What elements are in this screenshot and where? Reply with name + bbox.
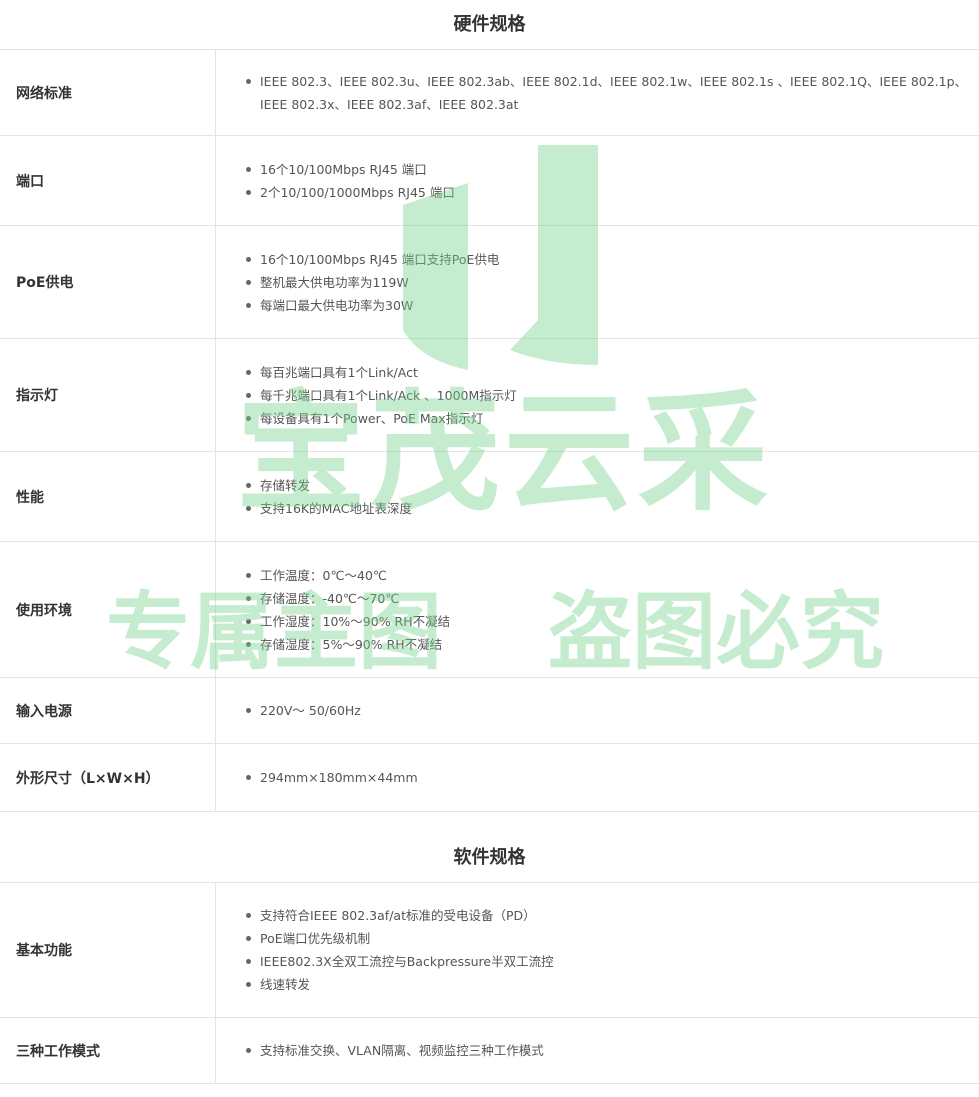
list-item: PoE端口优先级机制 <box>246 927 975 950</box>
spec-value-list: 支持符合IEEE 802.3af/at标准的受电设备（PD） PoE端口优先级机制… <box>246 904 975 996</box>
list-item: 每百兆端口具有1个Link/Act <box>246 361 975 384</box>
spec-value-list: 每百兆端口具有1个Link/Act 每千兆端口具有1个Link/Ack 、1000… <box>246 361 975 430</box>
spec-value: 16个10/100Mbps RJ45 端口 2个10/100/1000Mbps R… <box>215 135 979 226</box>
list-item: 220V～ 50/60Hz <box>246 699 975 722</box>
spec-value: 220V～ 50/60Hz <box>215 677 979 744</box>
spec-value: 工作温度：0℃～40℃ 存储温度：-40℃～70℃ 工作湿度：10%～90% RH不… <box>215 541 979 678</box>
spec-label: PoE供电 <box>0 225 216 339</box>
list-item: 线速转发 <box>246 973 975 996</box>
list-item: 294mm×180mm×44mm <box>246 766 975 789</box>
spec-row: 输入电源 220V～ 50/60Hz <box>0 677 979 744</box>
spec-label: 指示灯 <box>0 338 216 452</box>
spec-value: 294mm×180mm×44mm <box>215 743 979 812</box>
spec-row: 网络标准 IEEE 802.3、IEEE 802.3u、IEEE 802.3ab、… <box>0 49 979 136</box>
list-item: 16个10/100Mbps RJ45 端口 <box>246 158 975 181</box>
list-item: 每设备具有1个Power、PoE Max指示灯 <box>246 407 975 430</box>
spec-label: 外形尺寸（L×W×H） <box>0 743 216 812</box>
list-item: 支持符合IEEE 802.3af/at标准的受电设备（PD） <box>246 904 975 927</box>
spec-row: 端口 16个10/100Mbps RJ45 端口 2个10/100/1000Mbps… <box>0 135 979 226</box>
spec-row: 性能 存储转发 支持16K的MAC地址表深度 <box>0 451 979 542</box>
spec-label: 性能 <box>0 451 216 542</box>
spec-label: 端口 <box>0 135 216 226</box>
spec-value-list: 存储转发 支持16K的MAC地址表深度 <box>246 474 975 520</box>
spec-value-list: 支持标准交换、VLAN隔离、视频监控三种工作模式 <box>246 1039 975 1062</box>
list-item: 每端口最大供电功率为30W <box>246 294 975 317</box>
spec-value: IEEE 802.3、IEEE 802.3u、IEEE 802.3ab、IEEE… <box>215 49 979 136</box>
list-item: IEEE802.3X全双工流控与Backpressure半双工流控 <box>246 950 975 973</box>
software-section-title: 软件规格 <box>453 847 526 868</box>
spec-value-list: IEEE 802.3、IEEE 802.3u、IEEE 802.3ab、IEEE… <box>246 70 975 116</box>
list-item: 工作湿度：10%～90% RH不凝结 <box>246 610 975 633</box>
spec-label: 使用环境 <box>0 541 216 678</box>
spec-value-list: 220V～ 50/60Hz <box>246 699 975 722</box>
list-item: 2个10/100/1000Mbps RJ45 端口 <box>246 181 975 204</box>
list-item: IEEE 802.3、IEEE 802.3u、IEEE 802.3ab、IEEE… <box>246 70 975 116</box>
spec-label: 网络标准 <box>0 49 216 136</box>
spec-value: 支持符合IEEE 802.3af/at标准的受电设备（PD） PoE端口优先级机制… <box>215 882 979 1018</box>
spec-value-list: 工作温度：0℃～40℃ 存储温度：-40℃～70℃ 工作湿度：10%～90% RH不… <box>246 564 975 656</box>
spec-label: 三种工作模式 <box>0 1017 216 1084</box>
list-item: 每千兆端口具有1个Link/Ack 、1000M指示灯 <box>246 384 975 407</box>
list-item: 支持16K的MAC地址表深度 <box>246 497 975 520</box>
list-item: 支持标准交换、VLAN隔离、视频监控三种工作模式 <box>246 1039 975 1062</box>
hardware-section-title: 硬件规格 <box>453 14 526 35</box>
list-item: 存储转发 <box>246 474 975 497</box>
spec-label: 基本功能 <box>0 882 216 1018</box>
spec-value: 存储转发 支持16K的MAC地址表深度 <box>215 451 979 542</box>
hardware-spec-table: 网络标准 IEEE 802.3、IEEE 802.3u、IEEE 802.3ab、… <box>0 49 979 812</box>
spec-row: 三种工作模式 支持标准交换、VLAN隔离、视频监控三种工作模式 <box>0 1017 979 1084</box>
list-item: 整机最大供电功率为119W <box>246 271 975 294</box>
list-item: 存储温度：-40℃～70℃ <box>246 587 975 610</box>
spec-row: 基本功能 支持符合IEEE 802.3af/at标准的受电设备（PD） PoE端口优… <box>0 882 979 1018</box>
spec-value-list: 16个10/100Mbps RJ45 端口支持PoE供电 整机最大供电功率为119… <box>246 248 975 317</box>
spec-value: 支持标准交换、VLAN隔离、视频监控三种工作模式 <box>215 1017 979 1084</box>
spec-row: 指示灯 每百兆端口具有1个Link/Act 每千兆端口具有1个Link/Ack 、1… <box>0 338 979 452</box>
spec-value: 16个10/100Mbps RJ45 端口支持PoE供电 整机最大供电功率为119… <box>215 225 979 339</box>
spec-value-list: 294mm×180mm×44mm <box>246 766 975 789</box>
spec-value: 每百兆端口具有1个Link/Act 每千兆端口具有1个Link/Ack 、1000… <box>215 338 979 452</box>
spec-row: 外形尺寸（L×W×H） 294mm×180mm×44mm <box>0 743 979 812</box>
software-spec-table: 基本功能 支持符合IEEE 802.3af/at标准的受电设备（PD） PoE端口优… <box>0 882 979 1084</box>
list-item: 存储湿度：5%～90% RH不凝结 <box>246 633 975 656</box>
list-item: 16个10/100Mbps RJ45 端口支持PoE供电 <box>246 248 975 271</box>
spec-row: PoE供电 16个10/100Mbps RJ45 端口支持PoE供电 整机最大供电功… <box>0 225 979 339</box>
list-item: 工作温度：0℃～40℃ <box>246 564 975 587</box>
spec-label: 输入电源 <box>0 677 216 744</box>
spec-value-list: 16个10/100Mbps RJ45 端口 2个10/100/1000Mbps R… <box>246 158 975 204</box>
spec-row: 使用环境 工作温度：0℃～40℃ 存储温度：-40℃～70℃ 工作湿度：10%～90%… <box>0 541 979 678</box>
